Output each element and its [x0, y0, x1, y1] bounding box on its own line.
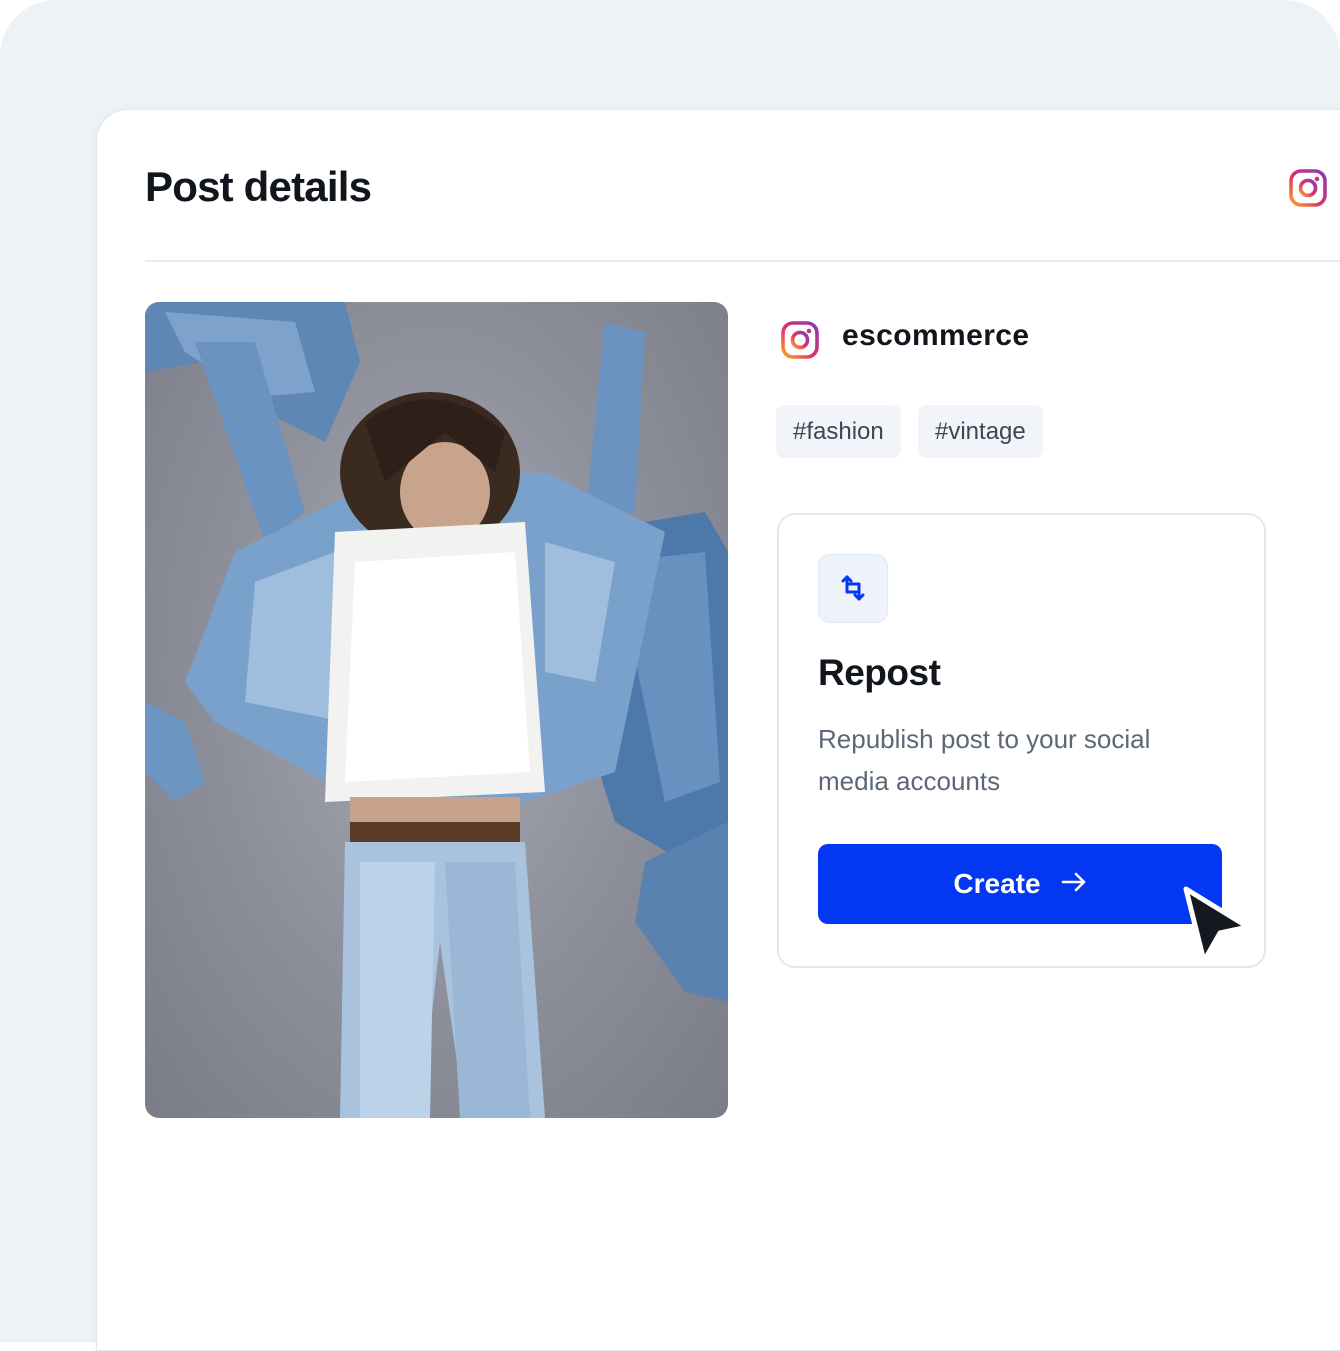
repost-title: Repost [818, 652, 941, 693]
arrow-right-icon [1061, 868, 1087, 900]
page-title: Post details [145, 163, 372, 210]
account-name[interactable]: escommerce [842, 319, 1029, 353]
hashtag-chip[interactable]: #vintage [918, 405, 1043, 458]
create-button-label: Create [953, 868, 1041, 899]
repost-icon [818, 554, 888, 623]
instagram-icon [780, 320, 820, 360]
header-divider [145, 260, 1340, 262]
instagram-icon[interactable] [1288, 168, 1328, 208]
hashtag-chip[interactable]: #fashion [776, 405, 901, 458]
post-image [145, 302, 728, 1118]
repost-description: Republish post to your social media acco… [818, 724, 1151, 796]
mouse-cursor-icon [1180, 883, 1256, 972]
create-button[interactable]: Create [818, 844, 1222, 924]
